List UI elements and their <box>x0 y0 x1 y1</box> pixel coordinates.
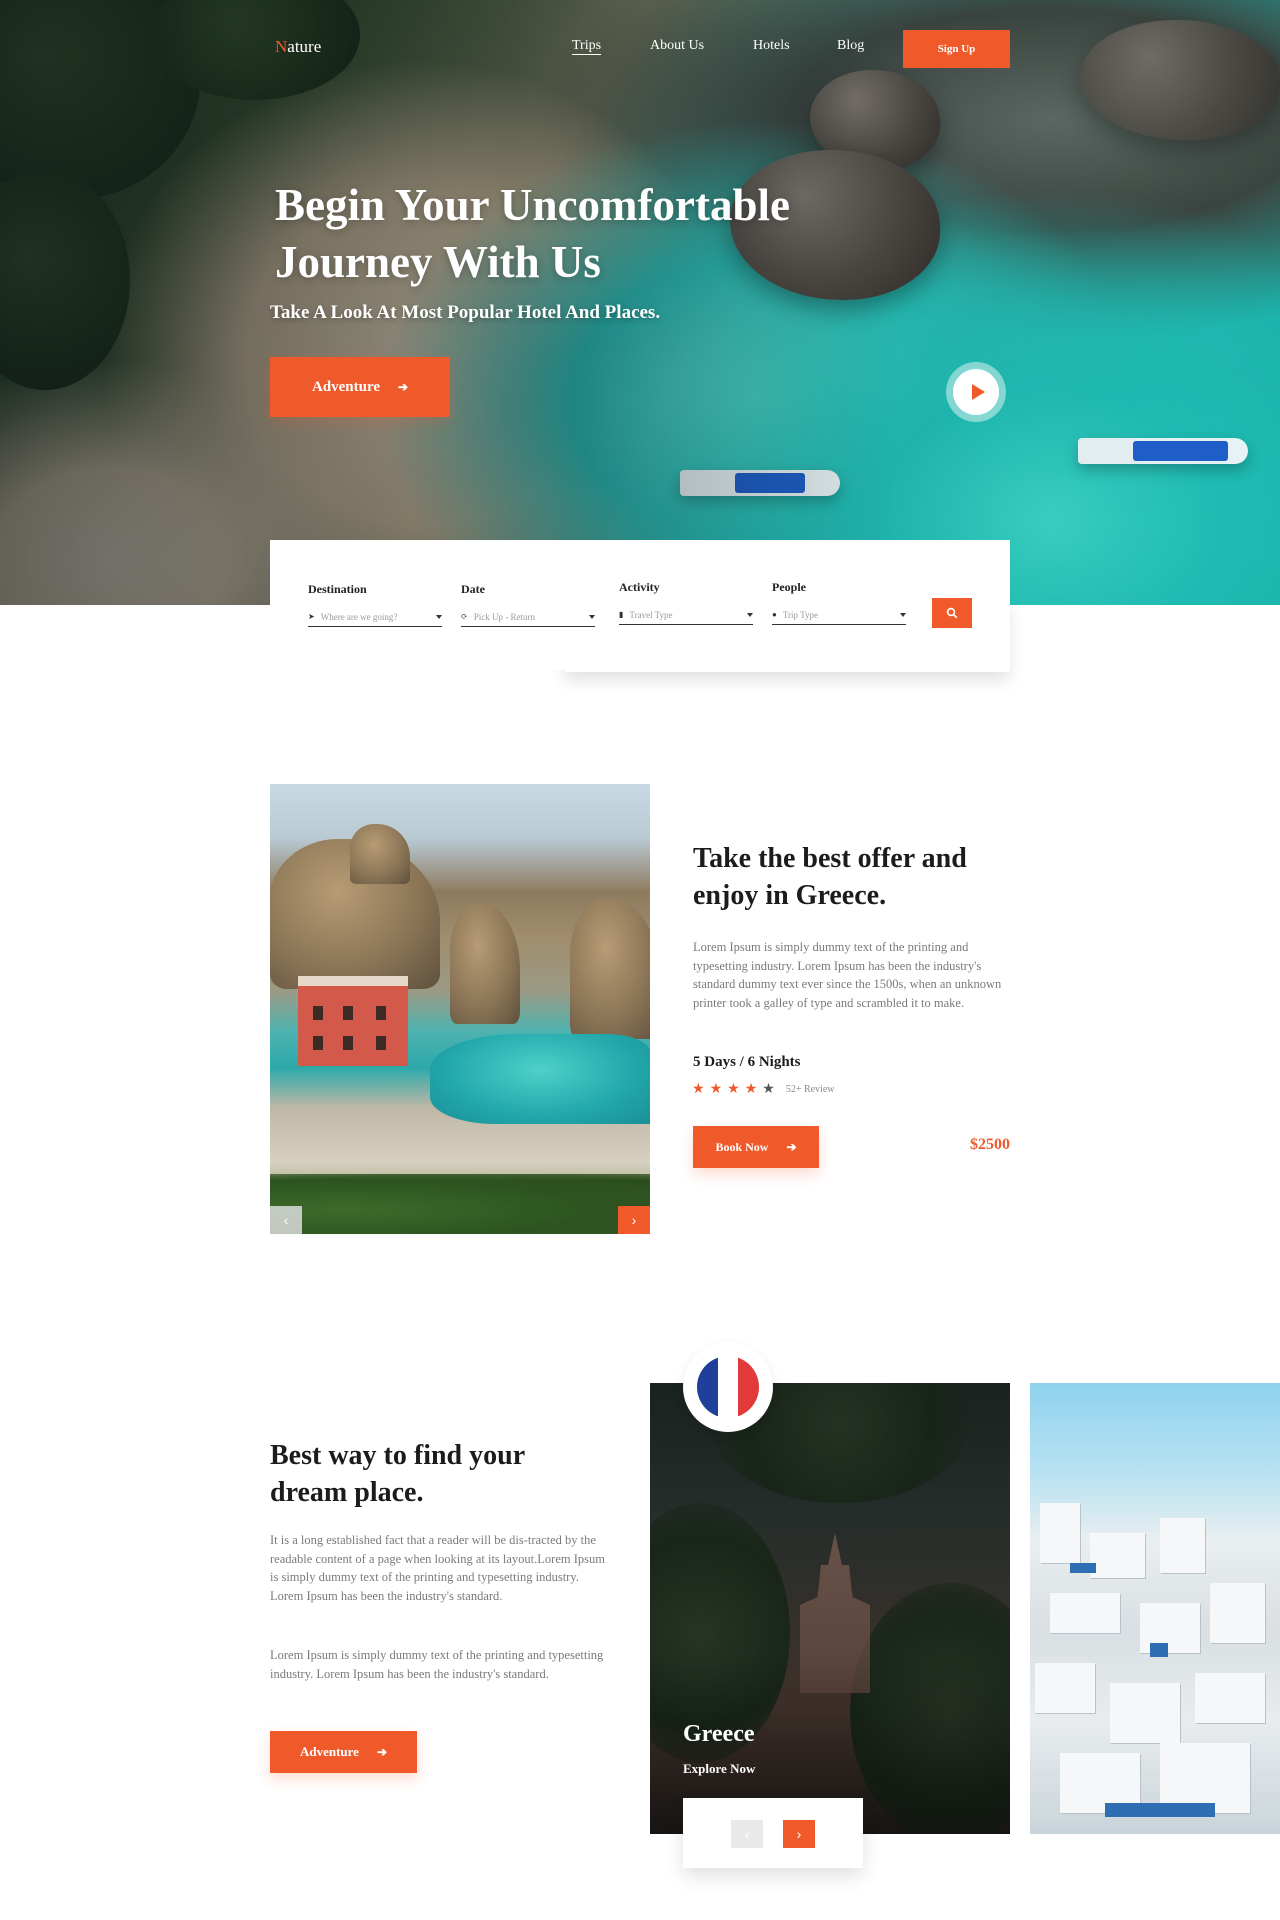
chevron-down-icon <box>900 612 906 617</box>
review-count: 52+ Review <box>785 1084 835 1095</box>
arrow-right-icon: ➔ <box>376 1744 388 1759</box>
destination-card-greece[interactable]: Greece Explore Now <box>650 1383 1010 1834</box>
carousel-next-button[interactable]: › <box>783 1820 815 1848</box>
france-flag-icon <box>683 1342 773 1432</box>
greece-offer-image: ‹ › <box>270 784 650 1234</box>
date-select[interactable]: ⟳ Pick Up - Return <box>461 607 595 627</box>
destination-card-santorini[interactable] <box>1030 1383 1280 1834</box>
nav-blog[interactable]: Blog <box>837 38 864 54</box>
activity-placeholder: Travel Type <box>629 609 673 620</box>
dream-adventure-label: Adventure <box>299 1744 359 1759</box>
location-arrow-icon: ➤ <box>308 612 315 621</box>
flag-stripe <box>738 1356 759 1418</box>
offer-description: Lorem Ipsum is simply dummy text of the … <box>693 940 1002 1010</box>
chevron-down-icon <box>589 614 595 619</box>
destination-placeholder: Where are we going? <box>320 611 398 622</box>
play-icon <box>971 384 985 400</box>
book-now-button[interactable]: Book Now ➔ <box>693 1126 819 1168</box>
activity-select[interactable]: ▮ Travel Type <box>619 605 753 625</box>
bookmark-icon: ▮ <box>619 610 624 619</box>
offer-title: Take the best offer and enjoy in Greece. <box>693 843 967 911</box>
activity-field: Activity ▮ Travel Type <box>619 580 753 625</box>
hero-adventure-label: Adventure <box>311 378 380 395</box>
image-next-button[interactable]: › <box>618 1206 650 1234</box>
dream-paragraph-1: It is a long established fact that a rea… <box>270 1533 605 1603</box>
nav-hotels[interactable]: Hotels <box>753 38 790 54</box>
play-video-button[interactable] <box>946 362 1006 422</box>
arrow-right-icon: ➔ <box>786 1139 797 1154</box>
hero-adventure-button[interactable]: Adventure ➔ <box>270 357 450 417</box>
flag-stripe <box>717 1356 739 1418</box>
date-label: Date <box>461 582 485 596</box>
destination-name: Greece <box>683 1721 755 1747</box>
dream-title: Best way to find your dream place. <box>270 1440 525 1508</box>
arrow-right-icon: ➔ <box>398 379 409 394</box>
destination-carousel-controls: ‹ › <box>683 1798 863 1868</box>
search-icon <box>946 607 958 619</box>
star-icon: ★ <box>692 1082 705 1097</box>
star-empty-icon: ★ <box>762 1082 775 1097</box>
chevron-down-icon <box>747 612 753 617</box>
destination-label: Destination <box>308 582 367 596</box>
people-placeholder: Trip Type <box>782 609 818 620</box>
date-placeholder: Pick Up - Return <box>473 611 535 622</box>
destination-field: Destination ➤ Where are we going? <box>308 582 442 627</box>
nav-trips[interactable]: Trips <box>572 38 601 54</box>
hero-subtitle: Take A Look At Most Popular Hotel And Pl… <box>270 302 661 323</box>
chevron-down-icon <box>436 614 442 619</box>
people-select[interactable]: ● Trip Type <box>772 605 906 625</box>
star-icon: ★ <box>727 1082 740 1097</box>
star-icon: ★ <box>744 1082 758 1097</box>
star-icon: ★ <box>709 1082 723 1097</box>
image-prev-button[interactable]: ‹ <box>270 1206 302 1234</box>
offer-price: $2500 <box>970 1136 1010 1153</box>
activity-label: Activity <box>619 580 660 594</box>
nav-about-us[interactable]: About Us <box>650 38 704 54</box>
carousel-prev-button[interactable]: ‹ <box>731 1820 763 1848</box>
book-now-label: Book Now <box>715 1139 769 1154</box>
offer-duration: 5 Days / 6 Nights <box>693 1054 801 1070</box>
sign-up-button[interactable]: Sign Up <box>903 30 1010 68</box>
dream-paragraph-2: Lorem Ipsum is simply dummy text of the … <box>270 1648 604 1681</box>
people-field: People ● Trip Type <box>772 580 906 625</box>
dream-adventure-button[interactable]: Adventure ➔ <box>270 1731 417 1773</box>
search-button[interactable] <box>932 598 972 628</box>
logo[interactable]: Nature <box>275 37 321 57</box>
search-panel: Destination ➤ Where are we going? Date ⟳… <box>270 540 1010 670</box>
red-house <box>298 976 408 1066</box>
rating-stars: ★ ★ ★ ★ ★ 52+ Review <box>692 1081 835 1098</box>
hero-title: Begin Your Uncomfortable Journey With Us <box>275 180 790 287</box>
flag-stripe <box>697 1356 718 1418</box>
refresh-icon: ⟳ <box>461 612 468 621</box>
people-label: People <box>772 580 806 594</box>
explore-now-link[interactable]: Explore Now <box>683 1761 755 1777</box>
date-field: Date ⟳ Pick Up - Return <box>461 582 595 627</box>
destination-select[interactable]: ➤ Where are we going? <box>308 607 442 627</box>
person-icon: ● <box>772 610 777 619</box>
